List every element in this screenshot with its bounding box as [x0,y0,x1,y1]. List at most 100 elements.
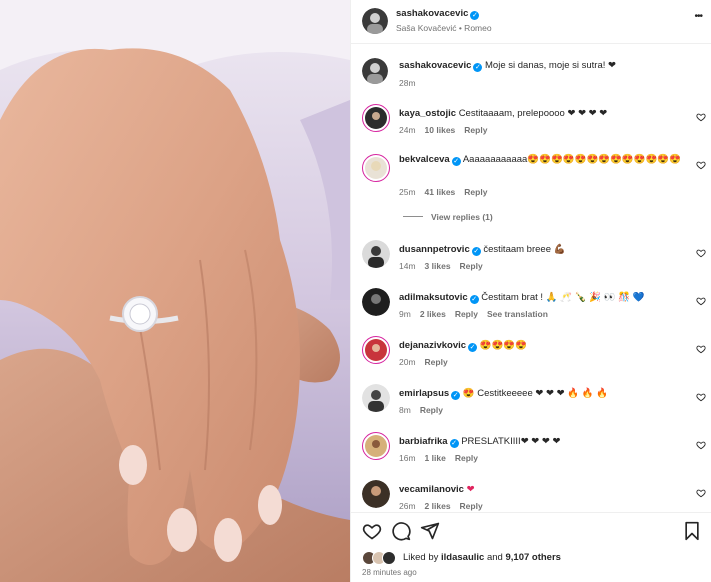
see-translation-button[interactable]: See translation [487,309,548,319]
comment-time: 8m [399,405,411,415]
reply-button[interactable]: Reply [420,405,443,415]
like-comment-heart-icon[interactable] [696,248,706,258]
comment-avatar[interactable] [362,432,390,460]
comment-username[interactable]: kaya_ostojic [399,108,456,119]
comment-avatar[interactable] [362,480,390,508]
comment-row: bekvalceva ✓ Aaaaaaaaaaaa😍😍😍😍😍😍😍😍😍😍😍😍😍 25… [351,150,711,230]
comment-avatar[interactable] [362,336,390,364]
like-comment-heart-icon[interactable] [696,160,706,170]
comment-username[interactable]: vecamilanovic [399,484,464,495]
verified-badge-icon: ✓ [470,11,480,20]
post-photo[interactable] [0,0,350,582]
post-caption: sashakovacevic ✓ Moje si danas, moje si s… [351,52,711,96]
verified-badge-icon: ✓ [469,295,479,304]
share-icon[interactable] [420,521,440,541]
reply-button[interactable]: Reply [464,125,487,135]
view-replies-button[interactable]: View replies (1) [403,212,502,222]
like-post-heart-icon[interactable] [362,521,382,541]
liked-by-summary: Liked by ildasaulic and 9,107 others [403,552,561,563]
like-comment-heart-icon[interactable] [696,440,706,450]
comment-text: 😍 Cestitkeeeee ❤ ❤ ❤ 🔥 🔥 🔥 [462,388,608,399]
post-actions-bar: Liked by ildasaulic and 9,107 others 28 … [351,512,711,582]
comment-username[interactable]: adilmaksutovic [399,292,468,303]
comment-likes[interactable]: 1 like [425,453,446,463]
post-location[interactable]: Saša Kovačević • Romeo [396,23,492,33]
caption-time: 28m [399,78,416,88]
comment-row: dejanazivkovic ✓ 😍😍😍😍 20m Reply [351,332,711,376]
reply-button[interactable]: Reply [460,261,483,271]
reply-button[interactable]: Reply [455,453,478,463]
comment-row: vecamilanovic ❤ 26m 2 likes Reply [351,476,711,512]
comment-time: 14m [399,261,416,271]
author-avatar[interactable] [362,8,388,34]
author-username[interactable]: sashakovacevic [396,8,468,19]
comment-username[interactable]: bekvalceva [399,154,450,165]
reply-button[interactable]: Reply [460,501,483,511]
caption-avatar[interactable] [362,58,388,84]
comment-time: 20m [399,357,416,367]
view-replies-label: View replies (1) [431,212,493,222]
comment-time: 25m [399,187,416,197]
verified-badge-icon: ✓ [471,247,481,256]
comment-likes[interactable]: 2 likes [425,501,451,511]
comment-time: 9m [399,309,411,319]
like-comment-heart-icon[interactable] [696,112,706,122]
comment-avatar[interactable] [362,104,390,132]
comment-text: čestitaam breee 💪🏾 [483,244,566,255]
comment-row: kaya_ostojic Cestitaaaam, prelepoooo ❤ ❤… [351,100,711,144]
comment-text: 😍😍😍😍 [479,340,528,351]
comment-text: Aaaaaaaaaaaa😍😍😍😍😍😍😍😍😍😍😍😍😍 [462,154,682,165]
comment-time: 16m [399,453,416,463]
liked-by-user[interactable]: ildasaulic [441,552,484,563]
comments-pane: sashakovacevic ✓ Saša Kovačević • Romeo •… [350,0,711,582]
comment-time: 26m [399,501,416,511]
reply-button[interactable]: Reply [425,357,448,367]
hand-with-ring-image [0,0,350,582]
comment-text: Čestitam brat ! 🙏 🥂 🍾 🎉 👀 🎊 💙 [481,292,645,303]
save-bookmark-icon[interactable] [683,521,701,541]
comment-likes[interactable]: 41 likes [425,187,456,197]
post-modal: sashakovacevic ✓ Saša Kovačević • Romeo •… [0,0,711,582]
post-timestamp[interactable]: 28 minutes ago [362,568,417,577]
replies-divider [403,216,423,217]
caption-text: Moje si danas, moje si sutra! ❤ [485,60,616,71]
liked-by-avatars [362,551,400,565]
comment-time: 24m [399,125,416,135]
liked-by-and: and [484,552,506,563]
more-options-icon[interactable]: ••• [694,11,702,22]
like-comment-heart-icon[interactable] [696,392,706,402]
comment-username[interactable]: barbiafrika [399,436,448,447]
reply-button[interactable]: Reply [455,309,478,319]
comment-likes[interactable]: 3 likes [425,261,451,271]
comment-likes[interactable]: 10 likes [425,125,456,135]
verified-badge-icon: ✓ [473,63,483,72]
verified-badge-icon: ✓ [449,439,459,448]
comment-text: ❤ [466,484,476,495]
comment-username[interactable]: dejanazivkovic [399,340,466,351]
comment-avatar[interactable] [362,154,390,182]
like-comment-heart-icon[interactable] [696,296,706,306]
comment-likes[interactable]: 2 likes [420,309,446,319]
comment-avatar[interactable] [362,384,390,412]
post-header: sashakovacevic ✓ Saša Kovačević • Romeo •… [351,0,711,44]
comment-text: PRESLATKIIII❤ ❤ ❤ ❤ [461,436,561,447]
comment-row: dusannpetrovic ✓ čestitaam breee 💪🏾 14m 3 … [351,236,711,280]
like-comment-heart-icon[interactable] [696,344,706,354]
comment-avatar[interactable] [362,288,390,316]
verified-badge-icon: ✓ [451,391,461,400]
comment-text: Cestitaaaam, prelepoooo ❤ ❤ ❤ ❤ [458,108,608,119]
liked-by-prefix: Liked by [403,552,442,563]
comment-username[interactable]: dusannpetrovic [399,244,470,255]
comment-username[interactable]: emirlapsus [399,388,449,399]
comment-row: emirlapsus ✓ 😍 Cestitkeeeee ❤ ❤ ❤ 🔥 🔥 🔥 8… [351,380,711,424]
comment-row: adilmaksutovic ✓ Čestitam brat ! 🙏 🥂 🍾 🎉 … [351,284,711,328]
comment-row: barbiafrika ✓ PRESLATKIIII❤ ❤ ❤ ❤ 16m 1 li… [351,428,711,472]
verified-badge-icon: ✓ [451,157,461,166]
reply-button[interactable]: Reply [464,187,487,197]
liked-by-others[interactable]: 9,107 others [505,552,560,563]
caption-username[interactable]: sashakovacevic [399,60,471,71]
like-comment-heart-icon[interactable] [696,488,706,498]
verified-badge-icon: ✓ [468,343,478,352]
comment-avatar[interactable] [362,240,390,268]
comment-icon[interactable] [391,521,411,541]
